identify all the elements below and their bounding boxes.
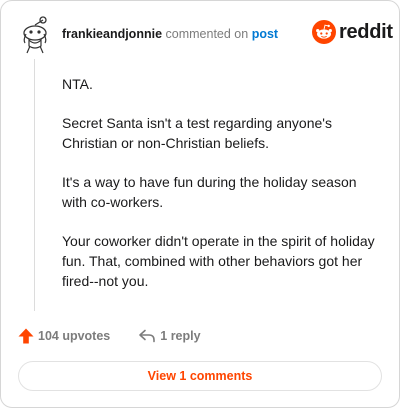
username-link[interactable]: frankieandjonnie [62, 27, 162, 41]
comment-paragraph: Your coworker didn't operate in the spir… [62, 233, 375, 289]
reply-arrow-icon [139, 329, 156, 343]
action-text: commented on [165, 27, 249, 41]
upvote-count: 104 upvotes [38, 329, 111, 343]
upvote-arrow-icon [18, 328, 34, 344]
comment-paragraph: NTA. [62, 76, 93, 92]
comment-header: frankieandjonnie commented on post [62, 26, 278, 42]
reddit-snoo-icon [312, 20, 336, 44]
post-link[interactable]: post [252, 27, 278, 41]
comment-card: frankieandjonnie commented on post reddi… [0, 0, 400, 408]
reddit-wordmark: reddit [339, 20, 393, 43]
reply-button[interactable]: 1 reply [138, 328, 201, 344]
view-comments-button[interactable]: View 1 comments [18, 361, 382, 391]
user-avatar-icon[interactable] [17, 15, 53, 55]
upvote-button[interactable]: 104 upvotes [17, 327, 110, 345]
comment-paragraph: It's a way to have fun during the holida… [62, 174, 357, 210]
reply-count: 1 reply [160, 329, 201, 343]
comment-actions: 104 upvotes 1 reply [17, 327, 201, 345]
comment-paragraph: Secret Santa isn't a test regarding anyo… [62, 115, 332, 151]
comment-body: NTA. Secret Santa isn't a test regarding… [62, 74, 380, 310]
reddit-logo[interactable]: reddit [312, 20, 393, 44]
thread-line [34, 59, 35, 311]
